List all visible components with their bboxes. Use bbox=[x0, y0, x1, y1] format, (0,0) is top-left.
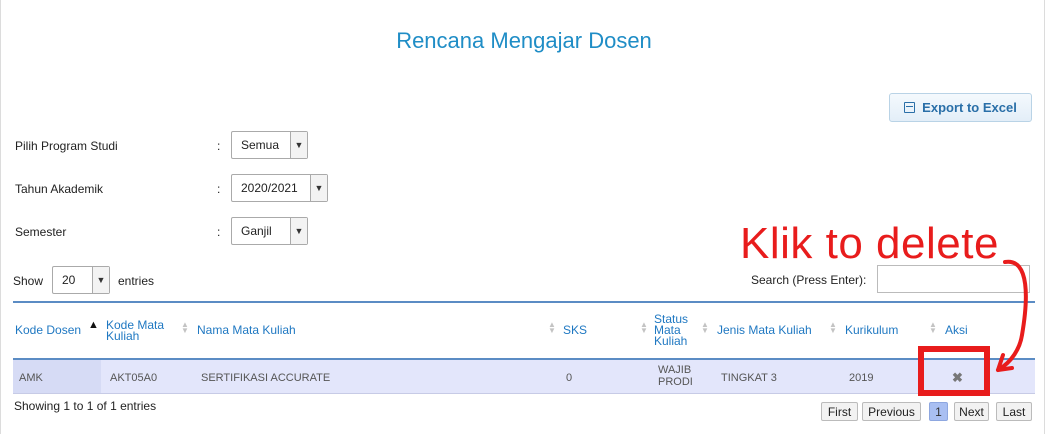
annotation-arrow bbox=[996, 259, 1028, 372]
annotation-highlight-box bbox=[918, 346, 990, 396]
